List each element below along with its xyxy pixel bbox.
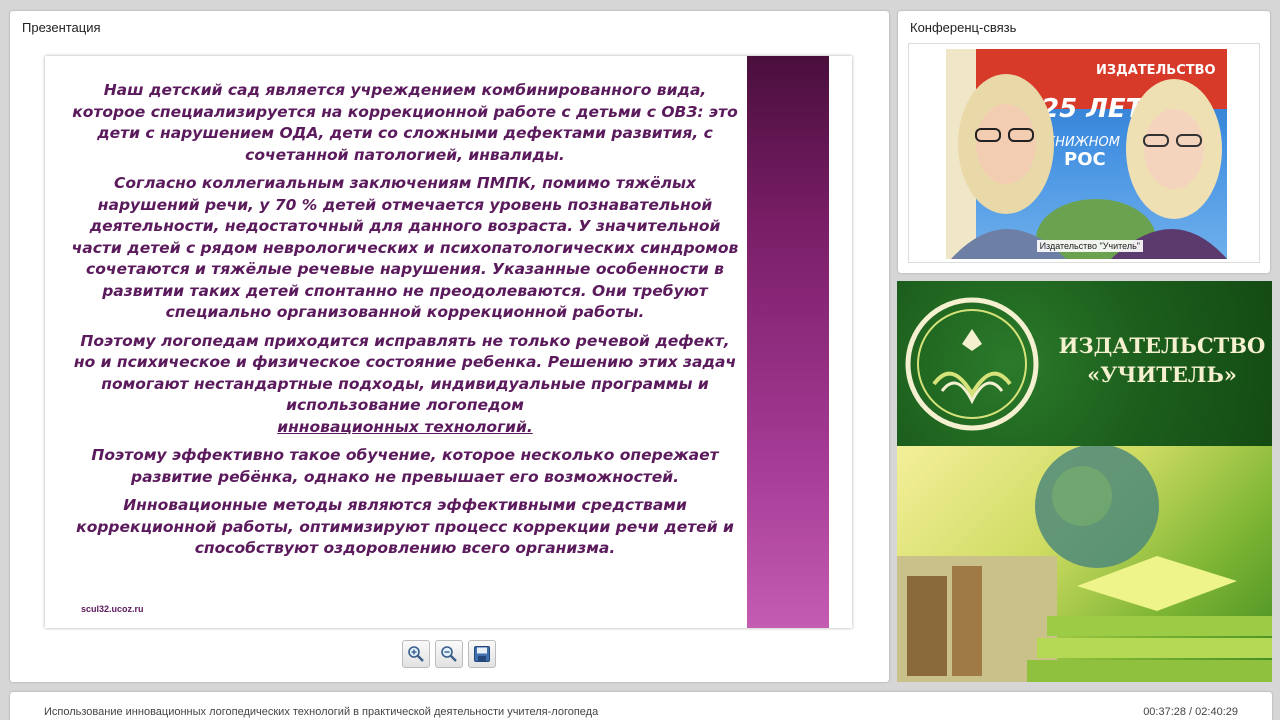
- save-icon: [474, 646, 490, 662]
- slide-paragraph: Согласно коллегиальным заключениям ПМПК,…: [71, 174, 739, 321]
- bottom-bar: Использование инновационных логопедическ…: [10, 692, 1272, 720]
- playback-time: 00:37:28 / 02:40:29: [1143, 706, 1238, 718]
- lecture-title: Использование инновационных логопедическ…: [44, 706, 599, 718]
- publisher-name-line2: «УЧИТЕЛЬ»: [1087, 362, 1237, 387]
- presentation-panel: Презентация Наш детский сад является учр…: [10, 11, 889, 682]
- conference-panel: Конференц-связь ИЗДАТЕЛЬСТВО 25 ЛЕТ КНИЖ…: [898, 11, 1270, 273]
- slide-text: Наш детский сад является учреждением ком…: [70, 80, 740, 567]
- video-scene: ИЗДАТЕЛЬСТВО 25 ЛЕТ КНИЖНОМ РОС: [946, 49, 1227, 259]
- publisher-name: ИЗДАТЕЛЬСТВО «УЧИТЕЛЬ»: [1057, 331, 1267, 389]
- slide-paragraph: Поэтому логопедам приходится исправлять …: [73, 331, 737, 415]
- video-feed[interactable]: ИЗДАТЕЛЬСТВО 25 ЛЕТ КНИЖНОМ РОС Издатель…: [908, 43, 1260, 263]
- banner-text-2: 25 ЛЕТ: [1041, 94, 1146, 124]
- zoom-out-button[interactable]: [435, 640, 463, 668]
- zoom-in-button[interactable]: [402, 640, 430, 668]
- publisher-header: ИЗДАТЕЛЬСТВО «УЧИТЕЛЬ»: [897, 281, 1272, 446]
- slide-footer: scul32.ucoz.ru: [81, 604, 144, 614]
- banner-text-3: КНИЖНОМ: [1046, 135, 1120, 150]
- publisher-image: [897, 444, 1272, 682]
- zoom-in-icon: [408, 646, 424, 662]
- publisher-name-line1: ИЗДАТЕЛЬСТВО: [1058, 333, 1266, 358]
- presentation-title: Презентация: [22, 20, 101, 35]
- zoom-out-icon: [441, 646, 457, 662]
- video-caption: Издательство "Учитель": [1036, 240, 1143, 252]
- slide-decorative-bar: [747, 56, 829, 628]
- conference-title: Конференц-связь: [910, 20, 1017, 35]
- save-button[interactable]: [468, 640, 496, 668]
- slide-paragraph: Поэтому эффективно такое обучение, котор…: [91, 446, 719, 486]
- slide-paragraph-underlined: инновационных технологий.: [277, 417, 533, 436]
- slide-paragraph: Инновационные методы являются эффективны…: [76, 496, 734, 557]
- slide-paragraph: Наш детский сад является учреждением ком…: [72, 81, 738, 164]
- publisher-logo-icon: [905, 297, 1039, 431]
- publisher-banner: ИЗДАТЕЛЬСТВО «УЧИТЕЛЬ»: [897, 281, 1272, 682]
- banner-text-1: ИЗДАТЕЛЬСТВО: [1096, 63, 1216, 78]
- presentation-slide: Наш детский сад является учреждением ком…: [45, 56, 852, 628]
- banner-text-4: РОС: [1064, 149, 1106, 170]
- video-frame: ИЗДАТЕЛЬСТВО 25 ЛЕТ КНИЖНОМ РОС Издатель…: [946, 49, 1227, 259]
- books-globe-illustration: [897, 444, 1272, 682]
